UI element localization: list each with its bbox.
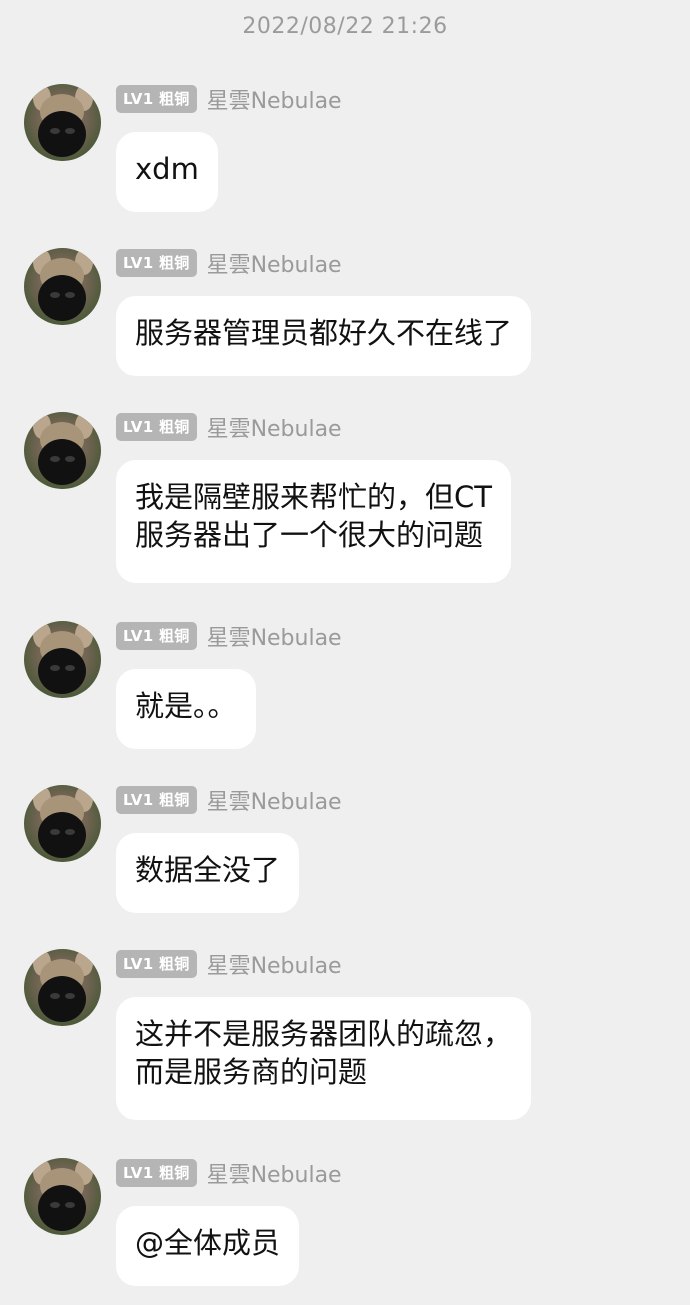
message-row: LV1 粗铜 星雲Nebulae xdm — [0, 84, 690, 214]
avatar[interactable] — [24, 248, 101, 325]
sender-nickname[interactable]: 星雲Nebulae — [207, 784, 342, 816]
dog-nose-avatar-icon — [33, 950, 93, 1022]
level-badge: LV1 粗铜 — [116, 950, 197, 978]
sender-nickname[interactable]: 星雲Nebulae — [207, 948, 342, 980]
level-badge: LV1 粗铜 — [116, 249, 197, 277]
message-bubble[interactable]: xdm — [116, 132, 218, 212]
sender-nickname[interactable]: 星雲Nebulae — [207, 620, 342, 652]
avatar[interactable] — [24, 621, 101, 698]
level-badge: LV1 粗铜 — [116, 622, 197, 650]
level-badge: LV1 粗铜 — [116, 413, 197, 441]
message-bubble[interactable]: 服务器管理员都好久不在线了 — [116, 296, 532, 376]
message-row: LV1 粗铜 星雲Nebulae 就是。。 — [0, 621, 690, 751]
sender-meta: LV1 粗铜 星雲Nebulae — [116, 785, 342, 815]
sender-meta: LV1 粗铜 星雲Nebulae — [116, 621, 342, 651]
message-row: LV1 粗铜 星雲Nebulae 数据全没了 — [0, 785, 690, 915]
message-row: LV1 粗铜 星雲Nebulae 服务器管理员都好久不在线了 — [0, 248, 690, 378]
level-badge: LV1 粗铜 — [116, 1159, 197, 1187]
sender-nickname[interactable]: 星雲Nebulae — [207, 1157, 342, 1189]
avatar[interactable] — [24, 1158, 101, 1235]
dog-nose-avatar-icon — [33, 413, 93, 485]
dog-nose-avatar-icon — [33, 85, 93, 157]
avatar[interactable] — [24, 949, 101, 1026]
sender-nickname[interactable]: 星雲Nebulae — [207, 411, 342, 443]
level-badge: LV1 粗铜 — [116, 786, 197, 814]
sender-meta: LV1 粗铜 星雲Nebulae — [116, 248, 342, 278]
dog-nose-avatar-icon — [33, 622, 93, 694]
dog-nose-avatar-icon — [33, 1159, 93, 1231]
sender-nickname[interactable]: 星雲Nebulae — [207, 247, 342, 279]
message-bubble[interactable]: 就是。。 — [116, 669, 256, 749]
message-bubble[interactable]: 数据全没了 — [116, 833, 300, 913]
message-bubble[interactable]: @全体成员 — [116, 1206, 300, 1286]
message-bubble[interactable]: 我是隔壁服来帮忙的，但CT 服务器出了一个很大的问题 — [116, 460, 511, 583]
message-row: LV1 粗铜 星雲Nebulae 这并不是服务器团队的疏忽， 而是服务商的问题 — [0, 949, 690, 1124]
sender-nickname[interactable]: 星雲Nebulae — [207, 83, 342, 115]
sender-meta: LV1 粗铜 星雲Nebulae — [116, 1158, 342, 1188]
dog-nose-avatar-icon — [33, 249, 93, 321]
sender-meta: LV1 粗铜 星雲Nebulae — [116, 84, 342, 114]
message-row: LV1 粗铜 星雲Nebulae 我是隔壁服来帮忙的，但CT 服务器出了一个很大… — [0, 412, 690, 587]
avatar[interactable] — [24, 412, 101, 489]
chat-timestamp: 2022/08/22 21:26 — [242, 14, 448, 39]
avatar[interactable] — [24, 84, 101, 161]
avatar[interactable] — [24, 785, 101, 862]
message-row: LV1 粗铜 星雲Nebulae @全体成员 — [0, 1158, 690, 1288]
sender-meta: LV1 粗铜 星雲Nebulae — [116, 412, 342, 442]
message-bubble[interactable]: 这并不是服务器团队的疏忽， 而是服务商的问题 — [116, 997, 532, 1120]
level-badge: LV1 粗铜 — [116, 85, 197, 113]
dog-nose-avatar-icon — [33, 786, 93, 858]
sender-meta: LV1 粗铜 星雲Nebulae — [116, 949, 342, 979]
